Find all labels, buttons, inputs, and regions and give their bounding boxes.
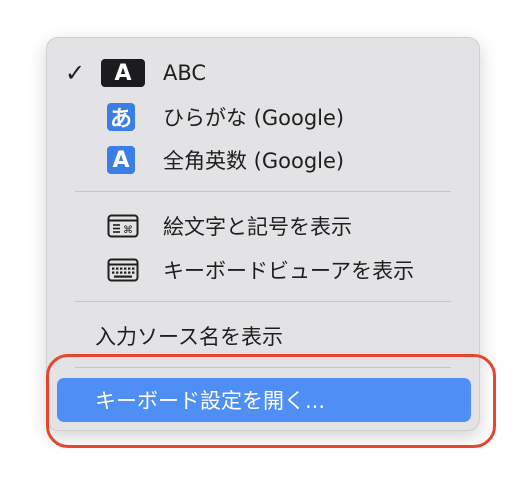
menu-separator: [75, 367, 451, 368]
menu-item-open-keyboard-settings[interactable]: キーボード設定を開く...: [57, 378, 471, 422]
menu-item-label: 入力ソース名を表示: [95, 325, 283, 349]
fullwidth-alpha-input-icon: A: [107, 146, 135, 174]
menu-separator: [75, 301, 451, 302]
menu-item-show-keyboard-viewer[interactable]: キーボードビューアを表示: [47, 248, 479, 292]
menu-item-hiragana-google[interactable]: あ ひらがな (Google): [47, 95, 479, 139]
emoji-symbols-icon: ⌘: [107, 214, 139, 238]
menu-item-fullwidth-alpha-google[interactable]: A 全角英数 (Google): [47, 138, 479, 182]
menu-item-abc[interactable]: ✓ A ABC: [47, 51, 479, 95]
menu-item-label: 絵文字と記号を表示: [163, 215, 352, 239]
menu-item-label: 全角英数 (Google): [163, 149, 345, 173]
menu-item-label: ABC: [163, 61, 207, 85]
menu-item-show-emoji-symbols[interactable]: ⌘ 絵文字と記号を表示: [47, 204, 479, 248]
checkmark-icon: ✓: [65, 59, 86, 87]
menu-item-label: キーボード設定を開く...: [95, 389, 326, 413]
menu-item-show-input-source-name[interactable]: 入力ソース名を表示: [47, 314, 479, 358]
keyboard-viewer-icon: [107, 258, 139, 282]
svg-text:⌘: ⌘: [123, 225, 133, 236]
menu-item-label: キーボードビューアを表示: [163, 259, 415, 283]
abc-input-icon: A: [101, 59, 145, 87]
input-source-menu: ✓ A ABC あ ひらがな (Google) A 全角英数 (Google) …: [46, 37, 480, 431]
menu-separator: [75, 191, 451, 192]
hiragana-input-icon: あ: [107, 103, 135, 132]
menu-item-label: ひらがな (Google): [163, 106, 345, 130]
